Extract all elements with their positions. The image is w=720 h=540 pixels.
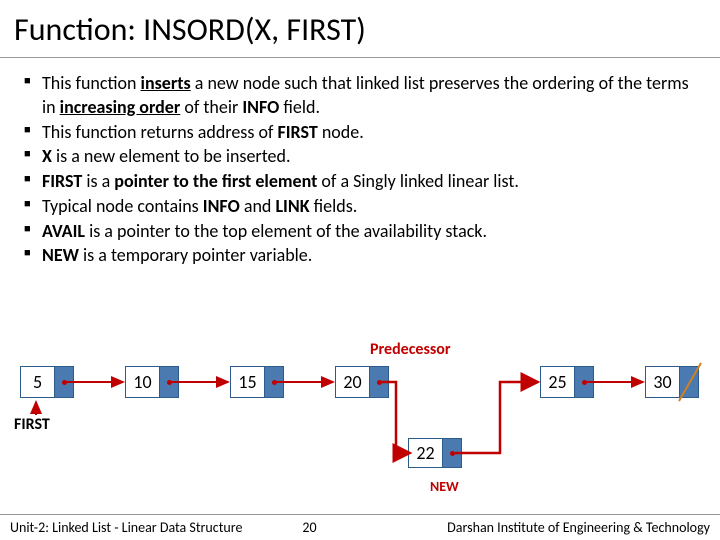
footer-left: Unit-2: Linked List - Linear Data Struct…	[10, 519, 242, 536]
node-row: 5 10 15 20 25 30	[20, 366, 700, 406]
bullet-item: Typical node contains INFO and LINK fiel…	[42, 195, 696, 219]
first-label: FIRST	[14, 415, 50, 434]
list-node: 15	[230, 366, 284, 398]
node-info: 30	[646, 367, 680, 397]
footer-page-number: 20	[302, 519, 316, 536]
node-link	[575, 367, 593, 397]
node-link	[443, 439, 461, 467]
bullet-item: X is a new element to be inserted.	[42, 145, 696, 169]
predecessor-label: Predecessor	[370, 340, 450, 359]
list-node: 20	[335, 366, 389, 398]
list-node: 10	[125, 366, 179, 398]
node-info: 5	[21, 367, 55, 397]
footer-right: Darshan Institute of Engineering & Techn…	[447, 519, 710, 536]
node-link	[160, 367, 178, 397]
pointer-dot-icon	[272, 380, 277, 385]
node-info: 10	[126, 367, 160, 397]
new-label: NEW	[430, 478, 459, 495]
bullet-item: FIRST is a pointer to the first element …	[42, 170, 696, 194]
bullet-list: This function inserts a new node such th…	[0, 58, 720, 277]
node-info: 15	[231, 367, 265, 397]
new-node: 22	[408, 438, 462, 468]
node-link	[265, 367, 283, 397]
list-node: 5	[20, 366, 74, 398]
footer: Unit-2: Linked List - Linear Data Struct…	[0, 514, 720, 540]
node-link	[370, 367, 388, 397]
bullet-item: This function returns address of FIRST n…	[42, 121, 696, 145]
node-info: 22	[409, 439, 443, 467]
slide-title: Function: INSORD(X, FIRST)	[0, 0, 720, 58]
node-info: 25	[541, 367, 575, 397]
pointer-dot-icon	[582, 380, 587, 385]
pointer-dot-icon	[377, 380, 382, 385]
bullet-item: This function inserts a new node such th…	[42, 72, 696, 120]
pointer-dot-icon	[167, 380, 172, 385]
pointer-dot-icon	[450, 451, 455, 456]
list-node: 25	[540, 366, 594, 398]
node-info: 20	[336, 367, 370, 397]
node-link	[55, 367, 73, 397]
bullet-item: AVAIL is a pointer to the top element of…	[42, 220, 696, 244]
pointer-dot-icon	[62, 380, 67, 385]
bullet-item: NEW is a temporary pointer variable.	[42, 244, 696, 268]
